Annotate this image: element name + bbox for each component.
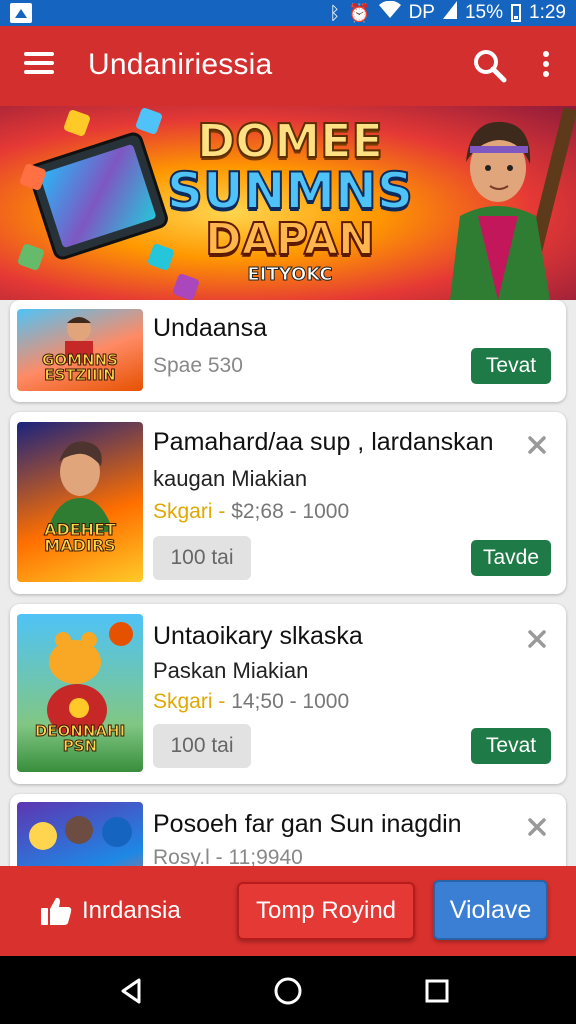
item-title: Pamahard/aa sup , lardanskan [153,428,494,456]
app-thumbnail [17,802,143,866]
home-button[interactable] [273,976,303,1006]
hero-character-illustration [450,107,576,300]
primary-action-button[interactable]: Tomp Royind [237,882,415,940]
back-button[interactable] [117,976,147,1006]
item-title: Undaansa [153,314,267,342]
thumbnail-caption: ADEHET MADIRS [44,520,117,555]
thumbs-up-icon [41,897,72,925]
close-icon [528,436,546,454]
item-meta: Rosy.l - 11;9940 [153,846,303,866]
price-highlight: Skgari - [153,500,226,523]
size-pill[interactable]: 100 tai [153,724,251,768]
wifi-icon [378,0,401,24]
app-list: GOMNNS ESTZIIIN Undaansa Spae 530 Tevat … [0,300,576,866]
dismiss-button[interactable] [526,434,548,456]
banner-line-2: SUNMNS [166,162,414,220]
clock: 1:29 [529,1,566,23]
price-rest: 14;50 - 1000 [225,690,350,713]
more-options-button[interactable] [532,48,560,84]
banner-logo-text: DOMEE SUNMNS DAPAN EITYOKC [150,114,430,285]
bluetooth-icon: ᛒ [329,2,341,23]
recents-button[interactable] [422,976,452,1006]
hamburger-icon [24,52,54,56]
battery-icon [511,3,522,22]
item-subtitle: Paskan Miakian [153,658,309,683]
status-text: DP [408,1,435,23]
get-button[interactable]: Tevat [471,348,551,384]
dismiss-button[interactable] [526,628,548,650]
thumbnail-art [29,816,132,850]
gem-decoration [16,242,46,272]
list-item[interactable]: ADEHET MADIRS Pamahard/aa sup , lardansk… [10,412,566,594]
get-button[interactable]: Tavde [471,540,551,576]
bottom-action-bar: Inrdansia Tomp Royind Violave [0,866,576,956]
price-rest: $2;68 - 1000 [225,500,350,523]
like-label: Inrdansia [82,897,181,924]
secondary-action-button[interactable]: Violave [433,880,548,940]
like-button[interactable]: Inrdansia [40,894,181,928]
price-highlight: Skgari - [153,690,226,713]
get-button[interactable]: Tevat [471,728,551,764]
signal-icon [442,1,457,24]
item-subtitle: kaugan Miakian [153,466,308,491]
thumbnail-caption: GOMNNS ESTZIIIN [42,351,119,384]
item-title: Posoeh far gan Sun inagdin [153,810,462,838]
more-vert-icon [543,51,549,57]
recents-icon [425,979,449,1003]
thumbnail-caption: DEONNAHI PSN [34,722,126,755]
search-icon [474,50,507,83]
app-thumbnail: ADEHET MADIRS [17,422,143,582]
list-item[interactable]: DEONNAHI PSN Untaoikary slkaska Paskan M… [10,604,566,784]
notification-icon [10,3,32,23]
close-icon [528,630,546,648]
app-bar: Undaniriessia [0,26,576,106]
app-thumbnail: GOMNNS ESTZIIIN [17,309,143,391]
status-icons: ᛒ ⏰ DP 15% 1:29 [329,0,566,24]
list-item[interactable]: Posoeh far gan Sun inagdin Rosy.l - 11;9… [10,794,566,866]
banner-line-4: EITYOKC [247,264,333,285]
item-meta: Spae 530 [153,354,243,377]
thumbnail-art [47,441,113,532]
app-thumbnail: DEONNAHI PSN [17,614,143,772]
banner-line-1: DOMEE [196,114,384,168]
alarm-icon: ⏰ [348,2,371,23]
dismiss-button[interactable] [526,816,548,838]
battery-percent: 15% [464,1,504,23]
item-title: Untaoikary slkaska [153,622,363,650]
menu-button[interactable] [24,52,54,78]
item-price: Skgari - 14;50 - 1000 [153,690,349,714]
size-pill[interactable]: 100 tai [153,536,251,580]
banner-line-3: DAPAN [204,214,376,265]
list-item[interactable]: GOMNNS ESTZIIIN Undaansa Spae 530 Tevat [10,300,566,402]
back-icon [121,978,141,1004]
search-button[interactable] [470,46,510,86]
status-bar: ᛒ ⏰ DP 15% 1:29 [0,0,576,26]
close-icon [528,818,546,836]
gem-decoration [62,108,92,138]
phone-illustration [25,129,171,263]
promo-banner[interactable]: DOMEE SUNMNS DAPAN EITYOKC [0,106,576,300]
item-price: Skgari - $2;68 - 1000 [153,500,349,524]
app-title: Undaniriessia [88,48,273,81]
system-nav-bar [0,956,576,1024]
home-icon [274,977,302,1005]
